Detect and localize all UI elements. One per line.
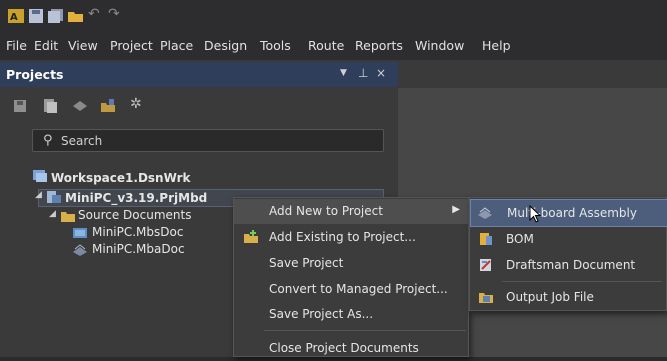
workspace-icon <box>33 170 47 182</box>
menu-bar: File Edit View Project Place Design Tool… <box>0 32 667 60</box>
save-project-icon[interactable] <box>12 98 28 114</box>
open-folder-icon[interactable] <box>68 9 84 23</box>
menu-item-add-existing-to-project[interactable]: Add Existing to Project... <box>234 225 468 250</box>
menu-item-save-project-as[interactable]: Save Project As... <box>234 302 468 327</box>
search-placeholder: Search <box>61 134 103 148</box>
panel-title: Projects <box>6 67 64 82</box>
tree-item-workspace[interactable]: Workspace1.DsnWrk <box>51 171 191 185</box>
menu-place[interactable]: Place <box>160 38 193 53</box>
menu-item-label: Convert to Managed Project... <box>269 282 448 296</box>
menu-item-add-new-to-project[interactable]: Add New to Project ▶ <box>234 199 468 224</box>
menu-help[interactable]: Help <box>482 38 511 53</box>
menu-item-label: Close Project Documents <box>269 341 419 355</box>
close-icon[interactable]: × <box>376 66 386 80</box>
menu-edit[interactable]: Edit <box>34 38 58 53</box>
tree-item-project[interactable]: MiniPC_v3.19.PrjMbd <box>65 191 207 205</box>
menu-item-label: Save Project <box>269 256 344 270</box>
add-new-submenu: Multi-board Assembly BOM Draftsman Docum… <box>469 197 667 311</box>
mouse-cursor-icon <box>529 205 542 223</box>
menu-reports[interactable]: Reports <box>355 38 403 53</box>
add-folder-icon <box>244 230 258 243</box>
quick-access-toolbar: A ↶ ↷ <box>0 0 667 32</box>
menu-item-label: Save Project As... <box>269 307 374 321</box>
outjob-icon <box>479 293 493 303</box>
project-options-icon[interactable] <box>72 98 88 114</box>
compile-icon[interactable] <box>42 98 58 114</box>
menu-item-close-project-documents[interactable]: Close Project Documents <box>234 336 468 361</box>
menu-separator <box>264 330 466 331</box>
tree-item-source-documents[interactable]: Source Documents <box>78 208 191 222</box>
search-input[interactable]: ⚲ Search <box>32 129 384 152</box>
gear-icon[interactable]: ✲ <box>130 96 146 112</box>
menu-window[interactable]: Window <box>415 38 464 53</box>
context-menu: Add New to Project ▶ Add Existing to Pro… <box>233 197 469 357</box>
expand-arrow-icon[interactable]: ◢ <box>35 190 42 200</box>
submenu-item-bom[interactable]: BOM <box>470 226 666 252</box>
undo-icon[interactable]: ↶ <box>88 6 104 22</box>
menu-design[interactable]: Design <box>204 38 247 53</box>
menu-project[interactable]: Project <box>110 38 153 53</box>
menu-item-label: Output Job File <box>506 290 594 304</box>
search-icon: ⚲ <box>43 133 53 148</box>
menu-item-label: BOM <box>506 232 534 246</box>
menu-item-label: Draftsman Document <box>506 258 636 272</box>
projects-panel-header: Projects ▼ ⊥ × <box>0 62 398 87</box>
submenu-item-draftsman-document[interactable]: Draftsman Document <box>470 252 666 278</box>
submenu-arrow-icon: ▶ <box>452 204 460 215</box>
menu-route[interactable]: Route <box>308 38 344 53</box>
multiboard-assembly-icon <box>73 244 87 256</box>
dropdown-arrow-icon[interactable]: ▼ <box>340 68 347 78</box>
menu-separator <box>502 281 662 282</box>
menu-item-label: Multi-board Assembly <box>507 206 637 220</box>
menu-item-label: Add Existing to Project... <box>269 230 416 244</box>
project-icon <box>47 191 61 203</box>
app-logo-icon: A <box>8 9 24 23</box>
pin-icon[interactable]: ⊥ <box>358 66 368 80</box>
folder-icon <box>61 212 75 222</box>
tree-item-mbsdoc[interactable]: MiniPC.MbsDoc <box>92 225 183 239</box>
projects-toolbar: ✲ <box>0 92 398 122</box>
expand-arrow-icon[interactable]: ◢ <box>49 209 56 219</box>
menu-file[interactable]: File <box>6 38 27 53</box>
menu-item-save-project[interactable]: Save Project <box>234 251 468 276</box>
menu-tools[interactable]: Tools <box>260 38 291 53</box>
svg-text:A: A <box>10 12 18 23</box>
save-all-icon[interactable] <box>48 9 64 23</box>
submenu-item-output-job-file[interactable]: Output Job File <box>470 284 666 310</box>
submenu-item-multi-board-assembly[interactable]: Multi-board Assembly <box>470 199 667 227</box>
bom-icon <box>480 233 492 245</box>
menu-item-convert-to-managed-project[interactable]: Convert to Managed Project... <box>234 277 468 302</box>
tree-item-mbadoc[interactable]: MiniPC.MbaDoc <box>92 242 185 256</box>
redo-icon[interactable]: ↷ <box>108 6 124 22</box>
assembly-icon <box>478 207 492 219</box>
multiboard-schematic-icon <box>73 228 87 238</box>
open-project-icon[interactable] <box>100 98 116 114</box>
save-icon[interactable] <box>28 9 44 23</box>
menu-view[interactable]: View <box>68 38 98 53</box>
menu-item-label: Add New to Project <box>269 204 383 218</box>
draftsman-icon <box>480 259 491 271</box>
